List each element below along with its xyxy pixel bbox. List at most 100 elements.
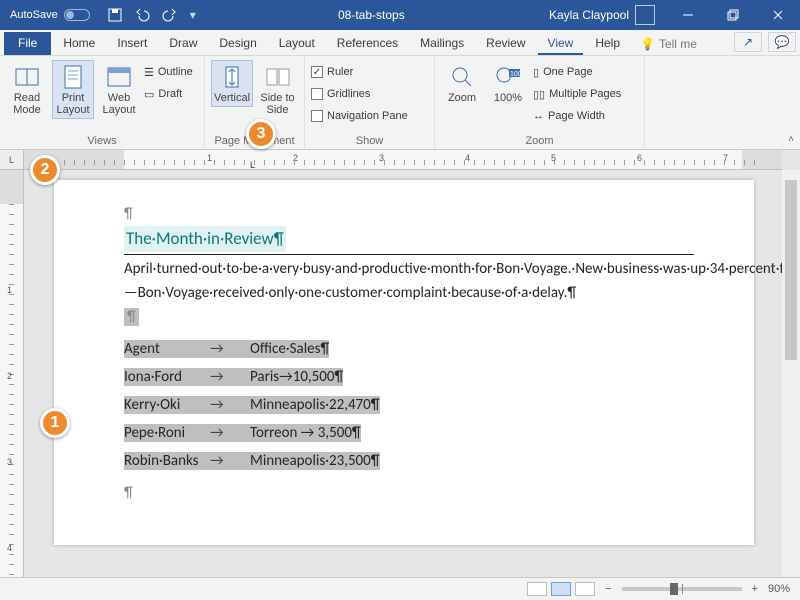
one-page-icon: ▯ bbox=[533, 66, 539, 79]
restore-button[interactable] bbox=[710, 0, 755, 30]
side-to-side-label: Side to Side bbox=[260, 92, 295, 116]
cell: Iona·Ford bbox=[124, 368, 210, 386]
document-canvas[interactable]: ¶ The·Month·in·Review¶ April·turned·out·… bbox=[24, 170, 782, 577]
read-view-icon[interactable] bbox=[527, 582, 547, 596]
page: ¶ The·Month·in·Review¶ April·turned·out·… bbox=[54, 180, 754, 545]
tab-design[interactable]: Design bbox=[209, 32, 266, 55]
vertical-label: Vertical bbox=[214, 92, 250, 104]
tab-insert[interactable]: Insert bbox=[107, 32, 157, 55]
horizontal-ruler[interactable]: 1234567L bbox=[24, 150, 782, 170]
title-bar: AutoSave ▾ 08-tab-stops Kayla Claypool bbox=[0, 0, 800, 30]
draft-icon: ▭ bbox=[144, 88, 154, 101]
draft-button[interactable]: ▭Draft bbox=[144, 84, 193, 104]
vertical-ruler[interactable]: 1234 bbox=[0, 170, 24, 577]
callout-3: 3 bbox=[246, 119, 276, 149]
zoom-level[interactable]: 90% bbox=[768, 583, 790, 595]
cell: Paris→10,500¶ bbox=[250, 368, 343, 386]
tab-file[interactable]: File bbox=[4, 32, 51, 55]
print-layout-label: Print Layout bbox=[55, 92, 91, 116]
share-icon: ↗ bbox=[743, 35, 753, 49]
outline-button[interactable]: ☰Outline bbox=[144, 62, 193, 82]
cell: Kerry·Oki bbox=[124, 396, 210, 414]
zoom-slider[interactable] bbox=[622, 587, 742, 591]
group-views: Read Mode Print Layout Web Layout ☰Outli… bbox=[0, 56, 205, 149]
heading-text: The·Month·in·Review¶ bbox=[124, 226, 286, 252]
zoom-100-button[interactable]: 100 100% bbox=[487, 60, 529, 107]
body-text: April·turned·out·to·be·a·very·busy·and·p… bbox=[124, 257, 684, 305]
page-width-button[interactable]: ↔Page Width bbox=[533, 106, 621, 126]
zoom-out-button[interactable]: − bbox=[605, 583, 611, 595]
vertical-icon bbox=[219, 64, 245, 90]
read-mode-label: Read Mode bbox=[9, 92, 45, 116]
web-layout-label: Web Layout bbox=[101, 92, 137, 116]
cell: Pepe·Roni bbox=[124, 424, 210, 442]
tab-view[interactable]: View bbox=[538, 32, 584, 55]
quick-access-toolbar: ▾ bbox=[100, 0, 204, 30]
cell: Minneapolis·23,500¶ bbox=[250, 452, 380, 470]
read-mode-button[interactable]: Read Mode bbox=[6, 60, 48, 119]
web-layout-icon bbox=[106, 64, 132, 90]
magnifier-icon bbox=[449, 64, 475, 90]
vertical-button[interactable]: Vertical bbox=[211, 60, 253, 107]
window-controls bbox=[665, 0, 800, 30]
autosave-toggle[interactable]: AutoSave bbox=[0, 0, 100, 30]
undo-icon[interactable] bbox=[134, 8, 150, 22]
side-to-side-button[interactable]: Side to Side bbox=[257, 60, 298, 119]
ribbon: Read Mode Print Layout Web Layout ☰Outli… bbox=[0, 56, 800, 150]
tab-help[interactable]: Help bbox=[585, 32, 630, 55]
group-show-label: Show bbox=[311, 133, 428, 147]
user-name: Kayla Claypool bbox=[549, 8, 629, 22]
comments-button[interactable]: 💬 bbox=[768, 32, 796, 52]
document-title: 08-tab-stops bbox=[204, 8, 539, 22]
outline-icon: ☰ bbox=[144, 66, 154, 79]
collapse-ribbon-icon[interactable]: ˄ bbox=[788, 134, 794, 145]
web-view-icon[interactable] bbox=[575, 582, 595, 596]
tab-mailings[interactable]: Mailings bbox=[410, 32, 474, 55]
web-layout-button[interactable]: Web Layout bbox=[98, 60, 140, 119]
cell: Robin·Banks bbox=[124, 452, 210, 470]
side-to-side-icon bbox=[265, 64, 291, 90]
redo-icon[interactable] bbox=[162, 8, 178, 22]
tab-draw[interactable]: Draw bbox=[159, 32, 207, 55]
print-view-icon[interactable] bbox=[551, 582, 571, 596]
callout-2: 2 bbox=[30, 155, 60, 185]
tab-selector[interactable]: L bbox=[0, 150, 24, 170]
navigation-pane-checkbox[interactable]: Navigation Pane bbox=[311, 106, 408, 126]
ribbon-tabs: File Home Insert Draw Design Layout Refe… bbox=[0, 30, 800, 56]
page-width-icon: ↔ bbox=[533, 110, 544, 122]
print-layout-icon bbox=[60, 64, 86, 90]
group-views-label: Views bbox=[6, 133, 198, 147]
scrollbar-thumb[interactable] bbox=[785, 180, 797, 360]
zoom-in-button[interactable]: + bbox=[752, 583, 758, 595]
one-page-button[interactable]: ▯One Page bbox=[533, 62, 621, 82]
ruler-checkbox[interactable]: ✓Ruler bbox=[311, 62, 353, 82]
checkbox-icon bbox=[311, 110, 323, 122]
cell: Torreon → 3,500¶ bbox=[250, 424, 361, 442]
gridlines-checkbox[interactable]: Gridlines bbox=[311, 84, 370, 104]
close-button[interactable] bbox=[755, 0, 800, 30]
zoom-100-icon: 100 bbox=[495, 64, 521, 90]
tab-references[interactable]: References bbox=[327, 32, 408, 55]
qat-dropdown-icon[interactable]: ▾ bbox=[190, 8, 196, 22]
minimize-button[interactable] bbox=[665, 0, 710, 30]
vertical-scrollbar[interactable] bbox=[782, 170, 800, 577]
account-button[interactable]: Kayla Claypool bbox=[539, 0, 665, 30]
multiple-pages-button[interactable]: ▯▯Multiple Pages bbox=[533, 84, 621, 104]
svg-text:100: 100 bbox=[510, 71, 521, 78]
read-mode-icon bbox=[14, 64, 40, 90]
lightbulb-icon: 💡 bbox=[640, 37, 655, 51]
tab-review[interactable]: Review bbox=[476, 32, 535, 55]
print-layout-button[interactable]: Print Layout bbox=[52, 60, 94, 119]
document-area: L 1234567L 1234 ¶ The·Month·in·Review¶ A… bbox=[0, 150, 800, 577]
switch-off-icon bbox=[64, 9, 90, 21]
group-zoom-label: Zoom bbox=[441, 133, 638, 147]
avatar-icon bbox=[635, 5, 655, 25]
group-show: ✓Ruler Gridlines Navigation Pane Show bbox=[305, 56, 435, 149]
group-zoom: Zoom 100 100% ▯One Page ▯▯Multiple Pages… bbox=[435, 56, 645, 149]
zoom-button[interactable]: Zoom bbox=[441, 60, 483, 107]
tab-layout[interactable]: Layout bbox=[269, 32, 325, 55]
tell-me-search[interactable]: 💡 Tell me bbox=[632, 33, 705, 55]
tab-home[interactable]: Home bbox=[53, 32, 105, 55]
share-button[interactable]: ↗ bbox=[734, 32, 762, 52]
save-icon[interactable] bbox=[108, 8, 122, 22]
